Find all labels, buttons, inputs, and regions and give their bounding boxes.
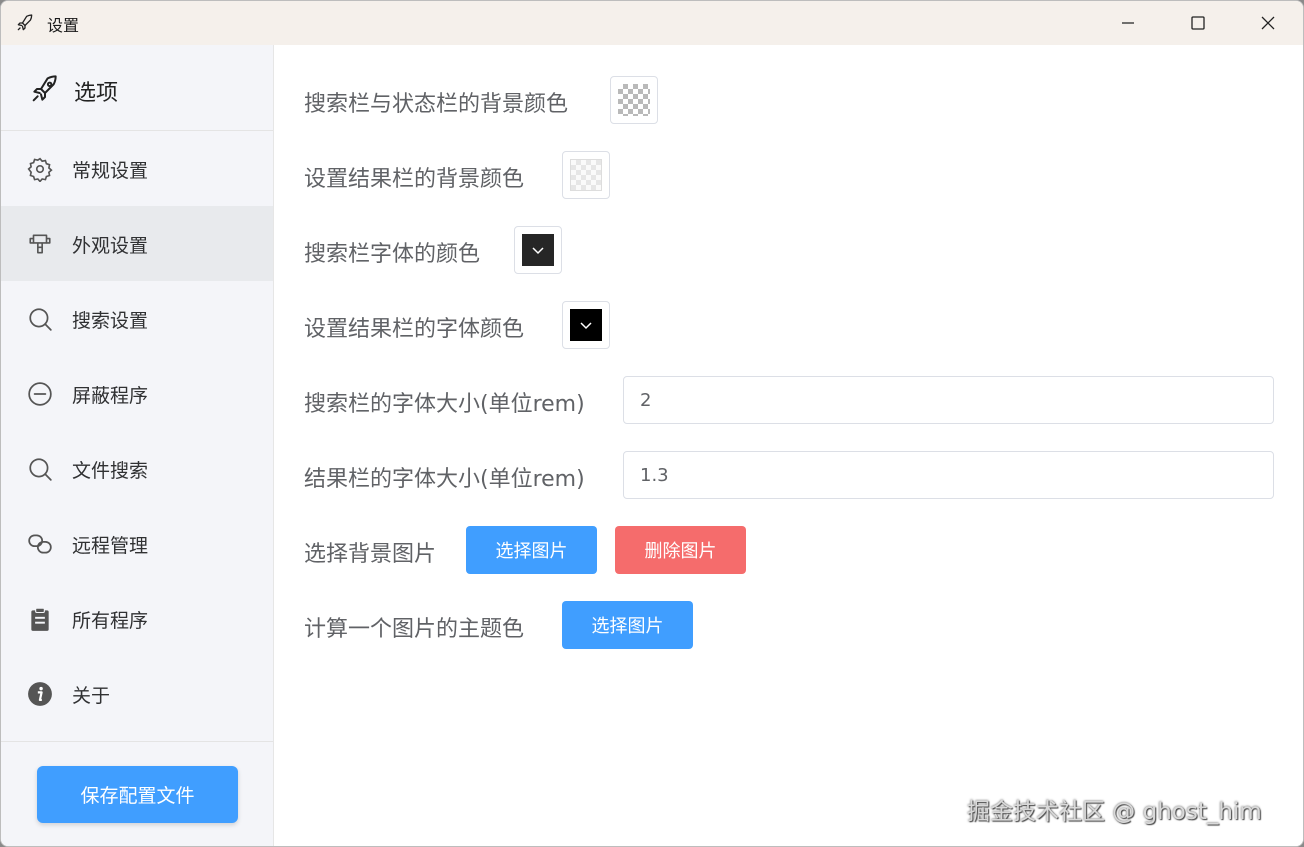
sidebar-item-label: 搜索设置	[72, 310, 149, 332]
sidebar: 选项 常规设置 外观设置 搜索设置 屏蔽程序 文件搜索 远程管理 所有程序 关于…	[1, 45, 274, 846]
maximize-button[interactable]	[1163, 1, 1233, 45]
window-title: 设置	[47, 16, 80, 35]
sidebar-item-label: 外观设置	[72, 235, 149, 257]
link-icon	[28, 534, 52, 554]
sidebar-item-label: 屏蔽程序	[72, 385, 149, 407]
result-font-size-input[interactable]	[623, 451, 1274, 499]
search-icon	[29, 308, 52, 331]
sidebar-item-label: 文件搜索	[72, 460, 149, 482]
transparent-swatch	[618, 84, 650, 116]
close-button[interactable]	[1233, 1, 1303, 45]
title-bar: 设置	[1, 1, 1303, 45]
palette-icon	[29, 234, 51, 254]
result-font-color-picker[interactable]	[562, 301, 610, 349]
close-icon	[1261, 16, 1275, 30]
minus-circle-icon	[28, 382, 52, 406]
search-icon	[29, 458, 52, 481]
theme-color-label: 计算一个图片的主题色	[304, 617, 525, 642]
save-config-button[interactable]: 保存配置文件	[37, 766, 238, 823]
search-font-color-picker[interactable]	[514, 226, 562, 274]
result-font-size-label: 结果栏的字体大小(单位rem)	[304, 467, 585, 492]
watermark: 掘金技术社区 @ ghost_him	[967, 799, 1262, 825]
sidebar-item-general[interactable]: 常规设置	[1, 131, 273, 206]
sidebar-item-about[interactable]: 关于	[1, 656, 273, 731]
minimize-button[interactable]	[1093, 1, 1163, 45]
maximize-icon	[1191, 16, 1205, 30]
sidebar-item-label: 远程管理	[72, 535, 149, 557]
search-bar-bg-color-label: 搜索栏与状态栏的背景颜色	[304, 92, 569, 117]
gear-icon	[27, 157, 53, 182]
sidebar-item-file-search[interactable]: 文件搜索	[1, 431, 273, 506]
sidebar-item-appearance[interactable]: 外观设置	[1, 206, 273, 281]
sidebar-item-all-programs[interactable]: 所有程序	[1, 581, 273, 656]
rocket-icon	[17, 14, 33, 31]
color-swatch	[570, 309, 602, 341]
info-icon	[28, 682, 52, 706]
sidebar-item-label: 关于	[72, 685, 111, 707]
search-font-size-input[interactable]	[623, 376, 1274, 424]
minimize-icon	[1122, 22, 1134, 24]
rocket-icon	[32, 75, 57, 102]
sidebar-item-remote[interactable]: 远程管理	[1, 506, 273, 581]
chevron-down-icon	[580, 322, 592, 330]
result-bar-bg-color-picker[interactable]	[562, 151, 610, 199]
search-font-color-label: 搜索栏字体的颜色	[304, 242, 481, 267]
sidebar-item-label: 常规设置	[72, 160, 149, 182]
select-theme-image-button[interactable]: 选择图片	[562, 601, 693, 649]
sidebar-header: 选项	[1, 45, 273, 131]
appearance-settings-panel: 搜索栏与状态栏的背景颜色 设置结果栏的背景颜色 搜索栏字体的颜色 设置结果栏的字…	[274, 45, 1303, 846]
settings-window: 设置 选项 常规设置 外观设置 搜索设置 屏蔽程序 文件搜索 远程管理 所有程序…	[0, 0, 1304, 847]
delete-bg-image-button[interactable]: 删除图片	[615, 526, 746, 574]
bg-image-label: 选择背景图片	[304, 542, 437, 567]
search-bar-bg-color-picker[interactable]	[610, 76, 658, 124]
select-bg-image-button[interactable]: 选择图片	[466, 526, 597, 574]
transparent-swatch	[570, 159, 602, 191]
sidebar-item-search[interactable]: 搜索设置	[1, 281, 273, 356]
sidebar-item-blocked-programs[interactable]: 屏蔽程序	[1, 356, 273, 431]
result-font-color-label: 设置结果栏的字体颜色	[304, 317, 525, 342]
chevron-down-icon	[532, 247, 544, 255]
clipboard-icon	[31, 607, 49, 631]
sidebar-divider	[1, 741, 273, 742]
color-swatch	[522, 234, 554, 266]
result-bar-bg-color-label: 设置结果栏的背景颜色	[304, 167, 525, 192]
sidebar-item-label: 所有程序	[72, 610, 149, 632]
search-font-size-label: 搜索栏的字体大小(单位rem)	[304, 392, 585, 417]
sidebar-title: 选项	[74, 81, 119, 106]
